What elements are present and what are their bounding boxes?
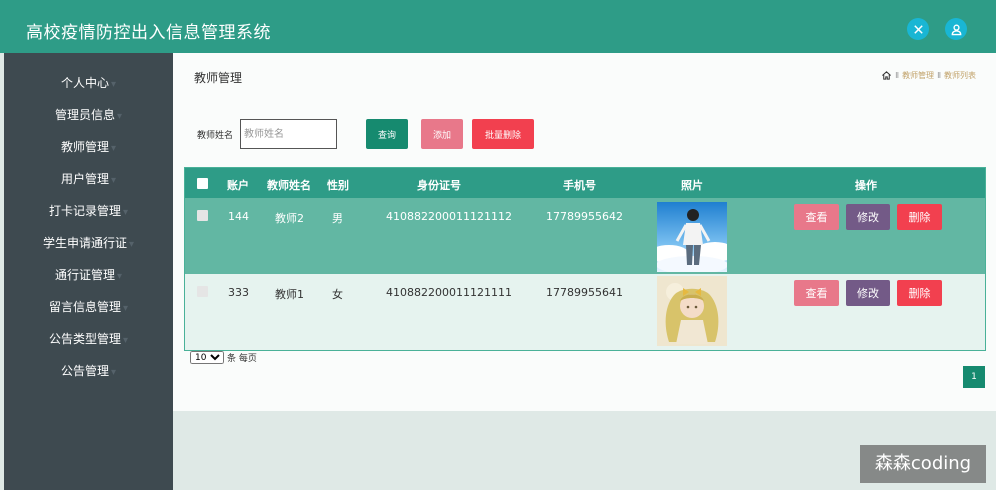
id-card-cell: 410882200011121112 — [386, 210, 512, 223]
sidebar-item-checkin-records[interactable]: 打卡记录管理 ▾ — [4, 198, 173, 224]
teacher-photo — [657, 276, 727, 346]
column-header: 操作 — [855, 179, 877, 192]
sidebar-item-label: 用户管理 — [60, 172, 109, 186]
chevron-down-icon: ▾ — [110, 175, 117, 186]
name-cell: 教师1 — [275, 288, 304, 301]
delete-button[interactable]: 删除 — [897, 280, 942, 306]
app-title: 高校疫情防控出入信息管理系统 — [26, 23, 271, 43]
chevron-down-icon: ▾ — [110, 367, 117, 378]
row-checkbox[interactable] — [197, 210, 208, 221]
sidebar-item-personal-center[interactable]: 个人中心 ▾ — [4, 70, 173, 96]
chevron-down-icon: ▾ — [128, 239, 135, 250]
column-header: 手机号 — [563, 179, 596, 192]
watermark: 森森coding — [860, 445, 986, 483]
page-size-select[interactable]: 10 — [190, 351, 224, 364]
sidebar-item-label: 留言信息管理 — [48, 300, 121, 314]
phone-cell: 17789955642 — [546, 210, 623, 223]
sidebar-item-label: 公告类型管理 — [48, 332, 121, 346]
view-button[interactable]: 查看 — [794, 204, 839, 230]
chevron-down-icon: ▾ — [122, 335, 129, 346]
teacher-name-input[interactable] — [240, 119, 337, 149]
sidebar-item-notice-management[interactable]: 公告管理 ▾ — [4, 358, 173, 384]
edit-button[interactable]: 修改 — [846, 204, 890, 230]
sidebar-item-student-pass-apply[interactable]: 学生申请通行证 ▾ — [4, 230, 173, 256]
view-button[interactable]: 查看 — [794, 280, 839, 306]
phone-cell: 17789955641 — [546, 286, 623, 299]
sidebar-item-admin-info[interactable]: 管理员信息 ▾ — [4, 102, 173, 128]
sidebar-item-label: 学生申请通行证 — [42, 236, 127, 250]
sidebar-item-notice-type[interactable]: 公告类型管理 ▾ — [4, 326, 173, 352]
gender-cell: 男 — [332, 212, 343, 225]
column-header: 账户 — [227, 179, 249, 192]
sidebar-item-pass-management[interactable]: 通行证管理 ▾ — [4, 262, 173, 288]
column-header: 身份证号 — [417, 179, 461, 192]
sidebar-item-teacher-management[interactable]: 教师管理 ▾ — [4, 134, 173, 160]
chevron-down-icon: ▾ — [116, 271, 123, 282]
edit-button[interactable]: 修改 — [846, 280, 890, 306]
page-number-button[interactable]: 1 — [963, 366, 985, 388]
main-panel: 教师管理 Ⅱ 教师管理 Ⅱ 教师列表 教师姓名 查询 添加 批量删除 账户 教师… — [173, 53, 996, 411]
sidebar-item-label: 个人中心 — [60, 76, 109, 90]
sidebar-item-message-management[interactable]: 留言信息管理 ▾ — [4, 294, 173, 320]
search-button[interactable]: 查询 — [366, 119, 408, 149]
chevron-down-icon: ▾ — [110, 79, 117, 90]
table-row: 144 教师2 男 410882200011121112 17789955642 — [185, 198, 985, 274]
account-cell: 333 — [228, 286, 249, 299]
column-header: 教师姓名 — [267, 179, 311, 192]
sidebar-item-label: 管理员信息 — [54, 108, 115, 122]
teacher-name-label: 教师姓名 — [197, 131, 234, 141]
teacher-table: 账户 教师姓名 性别 身份证号 手机号 照片 操作 144 教师2 男 4108… — [184, 167, 986, 351]
table-header: 账户 教师姓名 性别 身份证号 手机号 照片 操作 — [185, 168, 985, 198]
teacher-photo — [657, 202, 727, 272]
sidebar-item-label: 打卡记录管理 — [48, 204, 121, 218]
gender-cell: 女 — [332, 288, 343, 301]
chevron-down-icon: ▾ — [122, 207, 129, 218]
breadcrumb-item: 教师列表 — [944, 71, 976, 80]
sidebar-item-label: 通行证管理 — [54, 268, 115, 282]
page-size-control: 10 条 每页 — [190, 351, 257, 364]
delete-button[interactable]: 删除 — [897, 204, 942, 230]
user-icon[interactable] — [945, 18, 967, 40]
batch-delete-button[interactable]: 批量删除 — [472, 119, 534, 149]
row-checkbox[interactable] — [197, 286, 208, 297]
breadcrumb: Ⅱ 教师管理 Ⅱ 教师列表 — [881, 70, 976, 81]
breadcrumb-item[interactable]: 教师管理 — [902, 70, 934, 81]
chevron-down-icon: ▾ — [116, 111, 123, 122]
per-page-label: 条 每页 — [227, 354, 257, 364]
name-cell: 教师2 — [275, 212, 304, 225]
add-button[interactable]: 添加 — [421, 119, 463, 149]
column-header: 照片 — [681, 179, 703, 192]
home-icon[interactable] — [881, 70, 892, 81]
chevron-down-icon: ▾ — [110, 143, 117, 154]
select-all-checkbox[interactable] — [197, 178, 208, 189]
sidebar: 个人中心 ▾ 管理员信息 ▾ 教师管理 ▾ 用户管理 ▾ 打卡记录管理 ▾ 学生申请通行证… — [4, 53, 173, 490]
sidebar-item-label: 教师管理 — [60, 140, 109, 154]
account-cell: 144 — [228, 210, 249, 223]
id-card-cell: 410882200011121111 — [386, 286, 512, 299]
sidebar-item-user-management[interactable]: 用户管理 ▾ — [4, 166, 173, 192]
column-header: 性别 — [327, 179, 349, 192]
chevron-down-icon: ▾ — [122, 303, 129, 314]
top-header: 高校疫情防控出入信息管理系统 — [0, 0, 996, 53]
page-title: 教师管理 — [194, 71, 243, 85]
fullscreen-icon[interactable] — [907, 18, 929, 40]
sidebar-item-label: 公告管理 — [60, 364, 109, 378]
table-row: 333 教师1 女 410882200011121111 17789955641 — [185, 274, 985, 350]
